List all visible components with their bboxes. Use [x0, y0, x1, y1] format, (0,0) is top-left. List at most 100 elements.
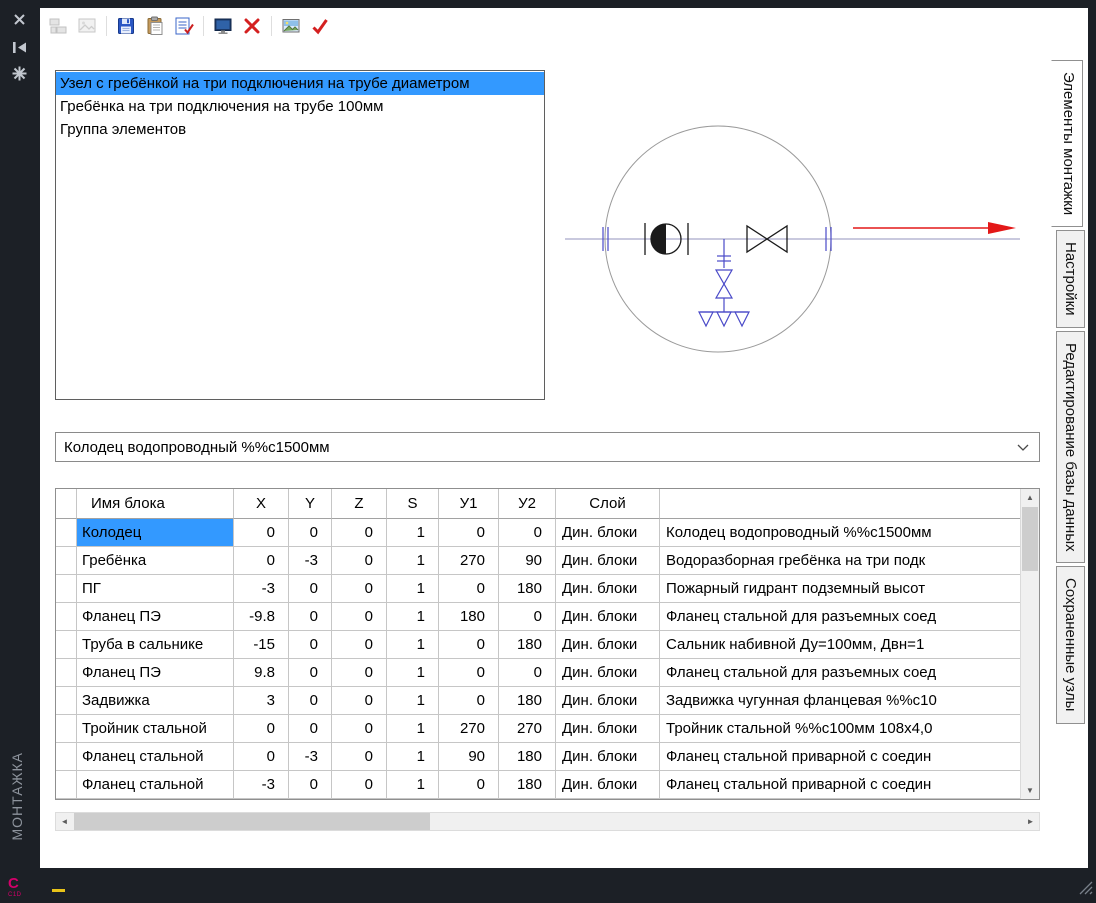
cell-u2[interactable]: 180: [499, 631, 556, 659]
cell-description[interactable]: Сальник набивной Ду=100мм, Двн=1: [660, 631, 1020, 659]
column-header[interactable]: [660, 489, 1020, 519]
cell-z[interactable]: 0: [332, 687, 387, 715]
table-row[interactable]: Фланец стальной 0 -3 0 1 90 180 Дин. бло…: [56, 743, 1020, 771]
cell-s[interactable]: 1: [387, 743, 439, 771]
block-combobox[interactable]: Колодец водопроводный %%с1500мм: [55, 432, 1040, 462]
cell-z[interactable]: 0: [332, 603, 387, 631]
table-row[interactable]: Фланец ПЭ -9.8 0 0 1 180 0 Дин. блоки Фл…: [56, 603, 1020, 631]
table-row[interactable]: Фланец стальной -3 0 0 1 0 180 Дин. блок…: [56, 771, 1020, 799]
cell-x[interactable]: -9.8: [234, 603, 289, 631]
cell-z[interactable]: 0: [332, 743, 387, 771]
cell-s[interactable]: 1: [387, 575, 439, 603]
horizontal-scrollbar[interactable]: [55, 812, 1040, 831]
cell-layer[interactable]: Дин. блоки: [556, 547, 660, 575]
cell-y[interactable]: -3: [289, 547, 332, 575]
cell-layer[interactable]: Дин. блоки: [556, 771, 660, 799]
node-listbox[interactable]: Узел с гребёнкой на три подключения на т…: [55, 70, 545, 400]
cell-u1[interactable]: 270: [439, 715, 499, 743]
cell-block-name[interactable]: Задвижка: [77, 687, 234, 715]
cell-s[interactable]: 1: [387, 659, 439, 687]
column-header[interactable]: У1: [439, 489, 499, 519]
column-header[interactable]: У2: [499, 489, 556, 519]
row-header-cell[interactable]: [56, 743, 77, 771]
cell-description[interactable]: Пожарный гидрант подземный высот: [660, 575, 1020, 603]
row-header-cell[interactable]: [56, 659, 77, 687]
cell-z[interactable]: 0: [332, 519, 387, 547]
row-header-cell[interactable]: [56, 519, 77, 547]
cell-layer[interactable]: Дин. блоки: [556, 715, 660, 743]
close-button[interactable]: [8, 8, 30, 30]
scroll-right-button[interactable]: [1022, 813, 1039, 830]
table-row[interactable]: Тройник стальной 0 0 0 1 270 270 Дин. бл…: [56, 715, 1020, 743]
cell-y[interactable]: 0: [289, 715, 332, 743]
cell-x[interactable]: -3: [234, 771, 289, 799]
column-header[interactable]: Z: [332, 489, 387, 519]
vertical-scrollbar[interactable]: [1020, 489, 1039, 799]
cell-x[interactable]: 0: [234, 715, 289, 743]
horizontal-scroll-thumb[interactable]: [74, 813, 430, 830]
cell-description[interactable]: Задвижка чугунная фланцевая %%с10: [660, 687, 1020, 715]
cell-u1[interactable]: 90: [439, 743, 499, 771]
row-header-cell[interactable]: [56, 631, 77, 659]
cell-u2[interactable]: 270: [499, 715, 556, 743]
row-header-cell[interactable]: [56, 603, 77, 631]
table-row[interactable]: Труба в сальнике -15 0 0 1 0 180 Дин. бл…: [56, 631, 1020, 659]
scroll-down-button[interactable]: [1021, 782, 1039, 799]
list-item[interactable]: Группа элементов: [56, 118, 544, 141]
cell-u1[interactable]: 180: [439, 603, 499, 631]
cell-u1[interactable]: 0: [439, 575, 499, 603]
add-block-button[interactable]: [46, 14, 70, 38]
cell-z[interactable]: 0: [332, 715, 387, 743]
cell-y[interactable]: 0: [289, 575, 332, 603]
picture-button[interactable]: [279, 14, 303, 38]
cell-x[interactable]: 3: [234, 687, 289, 715]
column-header[interactable]: Y: [289, 489, 332, 519]
cell-block-name[interactable]: Тройник стальной: [77, 715, 234, 743]
cell-u2[interactable]: 0: [499, 659, 556, 687]
cell-description[interactable]: Фланец стальной для разъемных соед: [660, 603, 1020, 631]
table-row[interactable]: Гребёнка 0 -3 0 1 270 90 Дин. блоки Водо…: [56, 547, 1020, 575]
cell-x[interactable]: -3: [234, 575, 289, 603]
scroll-up-button[interactable]: [1021, 489, 1039, 506]
list-item[interactable]: Гребёнка на три подключения на трубе 100…: [56, 95, 544, 118]
cell-u2[interactable]: 180: [499, 687, 556, 715]
cell-block-name[interactable]: Колодец: [77, 519, 234, 547]
cell-y[interactable]: 0: [289, 687, 332, 715]
cell-u1[interactable]: 0: [439, 519, 499, 547]
options-button[interactable]: [8, 62, 30, 84]
cell-s[interactable]: 1: [387, 547, 439, 575]
row-header-cell[interactable]: [56, 687, 77, 715]
list-item[interactable]: Узел с гребёнкой на три подключения на т…: [56, 72, 544, 95]
cell-z[interactable]: 0: [332, 575, 387, 603]
cell-u2[interactable]: 180: [499, 771, 556, 799]
cell-block-name[interactable]: Гребёнка: [77, 547, 234, 575]
cell-description[interactable]: Водоразборная гребёнка на три подк: [660, 547, 1020, 575]
cell-description[interactable]: Колодец водопроводный %%с1500мм: [660, 519, 1020, 547]
cell-x[interactable]: -15: [234, 631, 289, 659]
column-header[interactable]: Слой: [556, 489, 660, 519]
row-header-cell[interactable]: [56, 771, 77, 799]
add-image-button[interactable]: [75, 14, 99, 38]
cell-u1[interactable]: 0: [439, 631, 499, 659]
cell-y[interactable]: 0: [289, 631, 332, 659]
cell-s[interactable]: 1: [387, 603, 439, 631]
side-tab[interactable]: Сохраненные узлы: [1056, 566, 1085, 723]
cell-layer[interactable]: Дин. блоки: [556, 687, 660, 715]
cell-block-name[interactable]: Фланец стальной: [77, 743, 234, 771]
cell-x[interactable]: 0: [234, 547, 289, 575]
row-header-cell[interactable]: [56, 547, 77, 575]
apply-button[interactable]: [308, 14, 332, 38]
cell-y[interactable]: -3: [289, 743, 332, 771]
scroll-left-button[interactable]: [56, 813, 73, 830]
save-button[interactable]: [114, 14, 138, 38]
cell-x[interactable]: 0: [234, 743, 289, 771]
vertical-scroll-thumb[interactable]: [1022, 507, 1038, 571]
cell-y[interactable]: 0: [289, 519, 332, 547]
cell-u2[interactable]: 180: [499, 575, 556, 603]
cell-layer[interactable]: Дин. блоки: [556, 519, 660, 547]
cell-u1[interactable]: 0: [439, 687, 499, 715]
cell-y[interactable]: 0: [289, 603, 332, 631]
edit-list-button[interactable]: [172, 14, 196, 38]
side-tab[interactable]: Элементы монтажки: [1051, 60, 1083, 227]
table-row[interactable]: Задвижка 3 0 0 1 0 180 Дин. блоки Задвиж…: [56, 687, 1020, 715]
